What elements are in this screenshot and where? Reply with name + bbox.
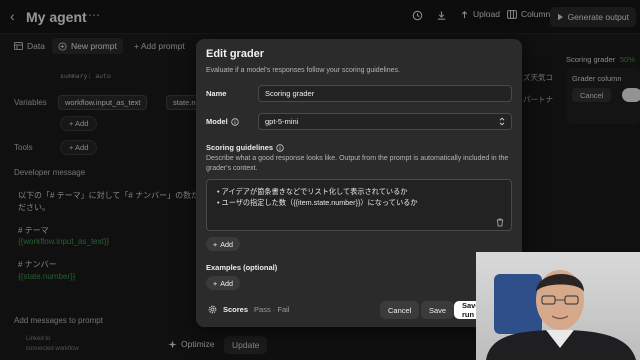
presenter-webcam	[476, 252, 640, 360]
guideline-line: • ユーザの指定した数（{{item.state.number}}）になっている…	[217, 198, 418, 207]
model-label: Model	[206, 117, 239, 126]
save-label: Save	[429, 305, 447, 315]
info-icon[interactable]	[230, 117, 239, 126]
model-value: gpt-5-mini	[265, 117, 299, 126]
dialog-title: Edit grader	[206, 48, 265, 60]
plus-icon: +	[213, 278, 218, 288]
add-guideline-button[interactable]: + Add	[206, 237, 240, 251]
presenter-image	[476, 252, 640, 360]
info-icon[interactable]	[276, 143, 284, 152]
add-example-button[interactable]: + Add	[206, 276, 240, 290]
chevron-updown-icon	[499, 117, 505, 126]
name-value: Scoring grader	[265, 89, 315, 98]
add-label: Add	[220, 239, 233, 249]
scores-label: Scores	[223, 305, 249, 314]
model-label-text: Model	[206, 117, 228, 126]
plus-icon: +	[213, 239, 218, 249]
add-label: Add	[220, 278, 233, 288]
scoring-guidelines-textarea[interactable]: • アイデアが箇条書きなどでリスト化して表示されているか • ユーザの指定した数…	[206, 179, 512, 231]
guidelines-description: grader's context.	[206, 165, 258, 172]
scores-values: Pass · Fail	[254, 305, 290, 314]
cancel-label: Cancel	[388, 305, 412, 315]
scores-row[interactable]: Scores Pass · Fail	[208, 305, 289, 314]
trash-icon[interactable]	[496, 218, 504, 227]
dialog-description: Evaluate if a model's responses follow y…	[206, 67, 400, 74]
guidelines-label: Scoring guidelines	[206, 143, 284, 152]
guidelines-description: Describe what a good response looks like…	[206, 155, 509, 162]
model-select[interactable]: gpt-5-mini	[258, 113, 512, 130]
edit-grader-dialog: Edit grader Evaluate if a model's respon…	[196, 39, 522, 327]
name-input[interactable]: Scoring grader	[258, 85, 512, 102]
cancel-button[interactable]: Cancel	[380, 301, 420, 319]
save-button[interactable]: Save	[421, 301, 455, 319]
name-label: Name	[206, 89, 227, 98]
guidelines-label-text: Scoring guidelines	[206, 143, 274, 152]
gear-icon	[208, 305, 217, 314]
examples-label: Examples (optional)	[206, 263, 278, 272]
guideline-line: • アイデアが箇条書きなどでリスト化して表示されているか	[217, 187, 408, 196]
